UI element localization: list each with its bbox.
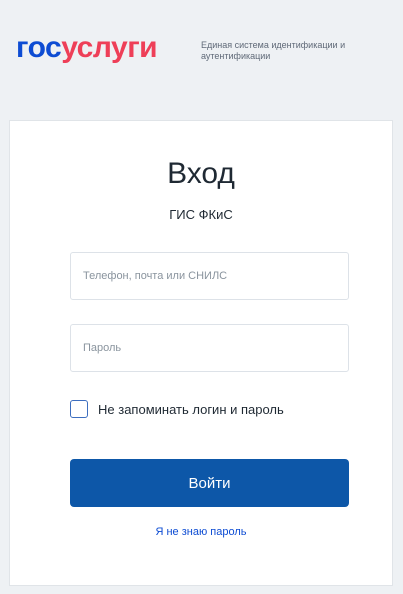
remember-option[interactable]: Не запоминать логин и пароль [70,398,284,420]
logo-text-part-a: гос [16,31,62,64]
remember-checkbox[interactable] [70,400,88,418]
system-name: ГИС ФКиС [169,207,233,222]
password-input[interactable] [70,324,349,372]
login-input[interactable] [70,252,349,300]
gosuslugi-logo[interactable]: госуслуги [16,31,158,64]
remember-label[interactable]: Не запоминать логин и пароль [98,402,284,417]
logo-text-part-b: услуги [61,31,158,64]
forgot-password-link[interactable]: Я не знаю пароль [10,526,392,538]
login-card: Вход ГИС ФКиС Не запоминать логин и паро… [9,120,393,586]
page-title: Вход [167,157,235,190]
logo-tagline: Единая система идентификации и аутентифи… [201,40,346,61]
site-header: госуслуги Единая система идентификации и… [0,0,403,92]
login-button[interactable]: Войти [70,459,349,507]
